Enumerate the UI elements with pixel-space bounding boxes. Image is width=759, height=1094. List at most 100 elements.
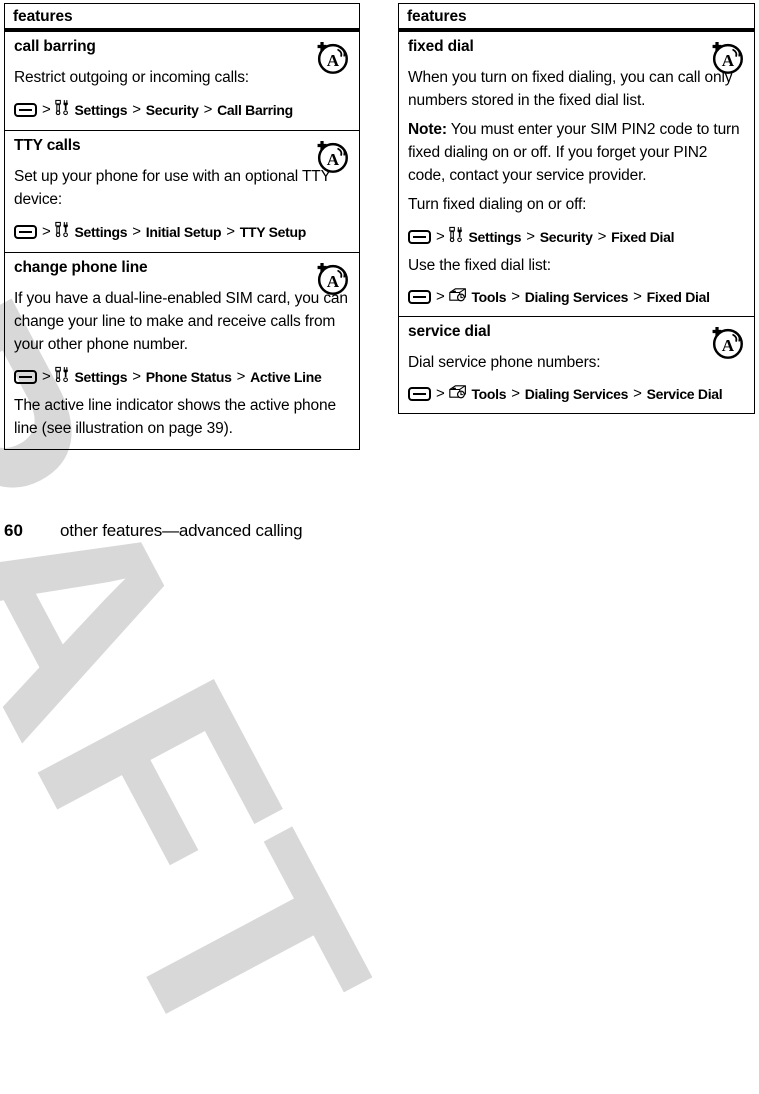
menu-path: > Settings > Security > Call Barring: [14, 99, 350, 121]
page-number: 60: [4, 521, 23, 540]
menu-path: > Settings > Initial Setup > TTY Setup: [14, 221, 350, 243]
feature-paragraph: Dial service phone numbers:: [408, 351, 745, 374]
path-separator-icon: >: [42, 368, 51, 385]
svg-text:A: A: [722, 51, 735, 70]
menu-path-item: Settings: [74, 369, 128, 385]
menu-path: > Tools > Dialing Services > Fixed Dial: [408, 287, 745, 307]
paragraph-text: When you turn on fixed dialing, you can …: [408, 69, 733, 109]
feature-title: TTY calls: [14, 137, 81, 154]
antenna-a-badge-icon: A: [708, 323, 746, 361]
tools-clock-icon: [449, 287, 467, 307]
path-separator-icon: >: [42, 101, 51, 118]
settings-tools-icon: [449, 226, 464, 248]
path-separator-icon: >: [633, 385, 642, 402]
path-separator-icon: >: [436, 385, 445, 402]
feature-row: service dial A Dial service phone numbers:…: [399, 317, 754, 413]
feature-title: fixed dial: [408, 38, 474, 55]
svg-text:A: A: [327, 51, 340, 70]
menu-path-item: Settings: [74, 102, 128, 118]
feature-paragraph: When you turn on fixed dialing, you can …: [408, 66, 745, 112]
tools-clock-icon: [449, 384, 467, 404]
menu-path-item: Security: [539, 229, 593, 245]
paragraph-text: The active line indicator shows the acti…: [14, 397, 336, 437]
paragraph-text: Restrict outgoing or incoming calls:: [14, 69, 249, 86]
paragraph-text: Dial service phone numbers:: [408, 354, 601, 371]
settings-tools-icon: [55, 99, 70, 121]
antenna-a-badge-icon: A: [313, 38, 351, 76]
note-label: Note:: [408, 121, 447, 138]
paragraph-text: Set up your phone for use with an option…: [14, 168, 331, 208]
paragraph-text: Use the fixed dial list:: [408, 257, 551, 274]
menu-path: > Settings > Phone Status > Active Line: [14, 366, 350, 388]
path-separator-icon: >: [633, 288, 642, 305]
manual-page: features call barring A Restrict outgoing o…: [0, 0, 759, 547]
page-footer: 60 other features—advanced calling: [4, 521, 303, 541]
path-separator-icon: >: [132, 223, 141, 240]
menu-path: > Tools > Dialing Services > Service Dial: [408, 384, 745, 404]
features-column-left: features call barring A Restrict outgoing o…: [4, 3, 360, 450]
menu-path-item: Tools: [471, 386, 507, 402]
menu-path-item: Call Barring: [217, 102, 293, 118]
feature-title: call barring: [14, 38, 96, 55]
settings-tools-icon: [55, 366, 70, 388]
svg-text:A: A: [722, 336, 735, 355]
menu-key-icon: [14, 103, 37, 117]
feature-paragraph: Restrict outgoing or incoming calls:: [14, 66, 350, 89]
path-separator-icon: >: [436, 228, 445, 245]
feature-title: service dial: [408, 323, 491, 340]
feature-row: call barring A Restrict outgoing or incomi…: [5, 32, 359, 131]
settings-tools-icon: [55, 221, 70, 243]
menu-path-item: Active Line: [250, 369, 322, 385]
path-separator-icon: >: [42, 223, 51, 240]
feature-row: change phone line A If you have a dual-lin…: [5, 253, 359, 449]
menu-key-icon: [14, 370, 37, 384]
feature-title: change phone line: [14, 259, 148, 276]
features-table: fixed dial A When you turn on fixed dialin…: [398, 32, 755, 414]
path-separator-icon: >: [511, 288, 520, 305]
feature-paragraph: Note: You must enter your SIM PIN2 code …: [408, 118, 745, 187]
column-header-title: features: [13, 8, 73, 25]
path-separator-icon: >: [597, 228, 607, 245]
menu-path-item: Service Dial: [646, 386, 723, 402]
path-separator-icon: >: [236, 368, 246, 385]
feature-row: fixed dial A When you turn on fixed dialin…: [399, 32, 754, 317]
features-column-right: features fixed dial A When you turn on fixe…: [398, 3, 755, 414]
svg-text:A: A: [327, 150, 340, 169]
features-table: call barring A Restrict outgoing or incomi…: [4, 32, 360, 450]
feature-paragraph: Set up your phone for use with an option…: [14, 165, 350, 211]
menu-path-item: Dialing Services: [524, 386, 629, 402]
path-separator-icon: >: [226, 223, 235, 240]
menu-path-item: Security: [145, 102, 199, 118]
menu-path-item: Fixed Dial: [646, 289, 710, 305]
path-separator-icon: >: [436, 288, 445, 305]
path-separator-icon: >: [132, 101, 141, 118]
column-header: features: [4, 3, 360, 28]
paragraph-text: Turn fixed dialing on or off:: [408, 196, 587, 213]
menu-key-icon: [14, 225, 37, 239]
feature-row: TTY calls A Set up your phone for use with…: [5, 131, 359, 253]
menu-key-icon: [408, 290, 431, 304]
feature-paragraph: Turn fixed dialing on or off:: [408, 193, 745, 216]
antenna-a-badge-icon: A: [313, 137, 351, 175]
menu-path-item: Tools: [471, 289, 507, 305]
menu-key-icon: [408, 230, 431, 244]
menu-path: > Settings > Security > Fixed Dial: [408, 226, 745, 248]
menu-path-item: Dialing Services: [524, 289, 629, 305]
paragraph-text: If you have a dual-line-enabled SIM card…: [14, 290, 348, 353]
menu-path-item: Fixed Dial: [611, 229, 675, 245]
running-head: other features—advanced calling: [60, 521, 303, 540]
menu-path-item: TTY Setup: [239, 224, 307, 240]
feature-paragraph: If you have a dual-line-enabled SIM card…: [14, 287, 350, 356]
antenna-a-badge-icon: A: [313, 259, 351, 297]
antenna-a-badge-icon: A: [708, 38, 746, 76]
menu-path-item: Settings: [468, 229, 522, 245]
menu-path-item: Phone Status: [145, 369, 232, 385]
path-separator-icon: >: [132, 368, 141, 385]
menu-key-icon: [408, 387, 431, 401]
feature-paragraph: The active line indicator shows the acti…: [14, 394, 350, 440]
feature-paragraph: Use the fixed dial list:: [408, 254, 745, 277]
paragraph-text: You must enter your SIM PIN2 code to tur…: [408, 121, 740, 184]
path-separator-icon: >: [203, 101, 213, 118]
path-separator-icon: >: [511, 385, 520, 402]
svg-text:A: A: [327, 272, 340, 291]
